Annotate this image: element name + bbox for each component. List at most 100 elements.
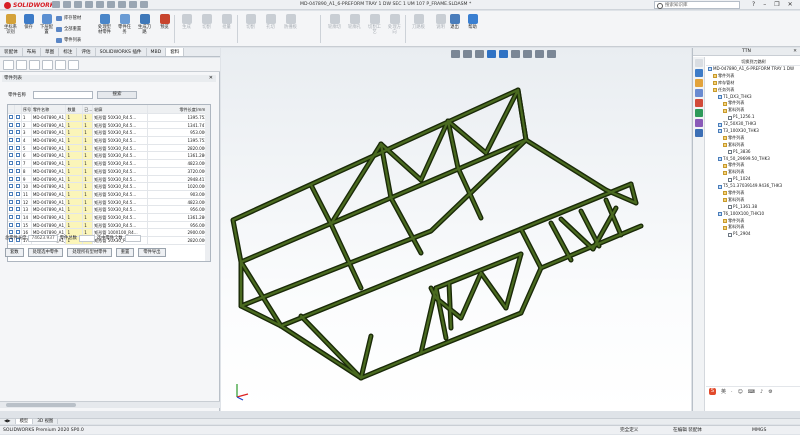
- search-button[interactable]: 搜索: [97, 91, 137, 99]
- part-name-input[interactable]: [33, 91, 93, 99]
- ribbon-button-task[interactable]: 零件任务: [116, 13, 133, 45]
- options-icon[interactable]: [140, 1, 148, 8]
- print-icon[interactable]: [96, 1, 104, 8]
- table-row[interactable]: 12MD-047890_A1_6-...11矩形管 50X30_R4.5...4…: [8, 198, 210, 207]
- row-checkbox[interactable]: [15, 137, 22, 144]
- ribbon-stock-tube[interactable]: 库存管材: [56, 15, 81, 21]
- sets-button[interactable]: 套数: [5, 248, 24, 257]
- checkbox-icon[interactable]: [9, 138, 13, 143]
- tree-item[interactable]: 零件列表: [706, 100, 800, 107]
- checkbox-icon[interactable]: [9, 184, 13, 189]
- tree-item[interactable]: P1_3836: [706, 149, 800, 156]
- table-row[interactable]: 2MD-047890_A1_6-...11矩形管 50X30_R4.5...13…: [8, 121, 210, 130]
- ribbon-button-preview[interactable]: 预览: [156, 13, 173, 45]
- checkbox-icon[interactable]: [9, 214, 13, 219]
- tree-item[interactable]: 零件列表: [706, 190, 800, 197]
- ribbon-button-toolboard[interactable]: 刀路板: [410, 13, 427, 45]
- ribbon-button-contour[interactable]: 轮廓切: [326, 13, 343, 45]
- checkbox-icon[interactable]: [9, 130, 13, 135]
- checkbox-icon[interactable]: [9, 222, 13, 227]
- tree-item[interactable]: T5_51.37039149.9436_THK3: [706, 183, 800, 190]
- resources-icon[interactable]: [694, 69, 703, 77]
- table-row[interactable]: 15MD-047890_A1_6-...11矩形管 50X30_R4.5...9…: [8, 221, 210, 230]
- ime-settings-icon[interactable]: ⚙: [768, 389, 772, 395]
- checkbox-icon[interactable]: [15, 191, 20, 196]
- scroll-thumb[interactable]: [6, 403, 76, 407]
- row-checkbox[interactable]: [15, 206, 22, 213]
- checkbox-icon[interactable]: [9, 191, 13, 196]
- tree-item[interactable]: P1_1361.38: [706, 204, 800, 211]
- switch-tree-link[interactable]: 切换到刀路树: [706, 57, 800, 66]
- checkbox-icon[interactable]: [15, 122, 20, 127]
- ime-keyboard-icon[interactable]: ⌨: [748, 389, 755, 395]
- config-manager-icon[interactable]: [29, 60, 40, 70]
- checkbox-icon[interactable]: [9, 161, 13, 166]
- checkbox-icon[interactable]: [9, 199, 13, 204]
- home-icon[interactable]: [694, 59, 703, 67]
- ribbon-button-hole[interactable]: 孔切: [262, 13, 279, 45]
- tree-item[interactable]: 零件列表: [706, 73, 800, 80]
- tab-markup[interactable]: 标注: [59, 48, 78, 56]
- ribbon-button-process[interactable]: 处理型材零件: [96, 13, 113, 45]
- table-row[interactable]: 1MD-047890_A1_6-...11矩形管 50X30_R4.5...13…: [8, 114, 210, 122]
- graphics-area[interactable]: [221, 48, 691, 411]
- process-selected-button[interactable]: 处理选中零件: [27, 248, 64, 257]
- tab-addins[interactable]: SOLIDWORKS 插件: [96, 48, 147, 56]
- design-library-icon[interactable]: [694, 79, 703, 87]
- table-row[interactable]: 11MD-047890_A1_6-...11矩形管 50X30_R4.5...9…: [8, 190, 210, 199]
- feature-manager-icon[interactable]: [3, 60, 14, 70]
- table-row[interactable]: 9MD-047890_A1_6-...11矩形管 50X30_R4.5...29…: [8, 175, 210, 184]
- checkbox-icon[interactable]: [9, 176, 13, 181]
- row-checkbox[interactable]: [8, 183, 15, 190]
- checkbox-icon[interactable]: [9, 153, 13, 158]
- ribbon-button-batch[interactable]: 批量: [218, 13, 235, 45]
- ribbon-button-cut2[interactable]: 切割: [242, 13, 259, 45]
- checkbox-icon[interactable]: [15, 115, 20, 119]
- tab-layout[interactable]: 布局: [23, 48, 41, 56]
- row-checkbox[interactable]: [8, 221, 15, 229]
- tab-mbd[interactable]: MBD: [147, 48, 167, 56]
- row-checkbox[interactable]: [15, 175, 22, 183]
- checkbox-icon[interactable]: [15, 199, 20, 204]
- rebuild-icon[interactable]: [129, 1, 137, 8]
- ime-emoji-icon[interactable]: ☺: [738, 389, 743, 395]
- row-checkbox[interactable]: [8, 152, 15, 160]
- app-logo[interactable]: SOLIDWORKS: [4, 1, 59, 9]
- tree-item[interactable]: T4_50_29699.50_THK3: [706, 156, 800, 163]
- tab-model[interactable]: 模型: [15, 419, 34, 424]
- row-checkbox[interactable]: [15, 221, 22, 229]
- row-checkbox[interactable]: [8, 175, 15, 183]
- column-header[interactable]: 已...: [83, 105, 94, 113]
- checkbox-icon[interactable]: [9, 145, 13, 150]
- tree-item[interactable]: 零件列表: [706, 218, 800, 225]
- ime-punct-icon[interactable]: ·: [731, 389, 733, 395]
- checkbox-icon[interactable]: [9, 115, 13, 119]
- row-checkbox[interactable]: [15, 129, 22, 137]
- table-row[interactable]: 4MD-047890_A1_6-...11矩形管 50X30_R4.5...13…: [8, 137, 210, 145]
- tree-item[interactable]: 套料列表: [706, 142, 800, 149]
- row-checkbox[interactable]: [15, 167, 22, 175]
- checkbox-icon[interactable]: [15, 222, 20, 227]
- column-header[interactable]: 零件长度(mm): [148, 105, 210, 113]
- checkbox-icon[interactable]: [9, 168, 13, 173]
- column-header[interactable]: 零件名称: [32, 105, 67, 113]
- tree-item[interactable]: 套料列表: [706, 107, 800, 114]
- ime-lang-icon[interactable]: 英: [721, 388, 726, 395]
- ribbon-button-contour-hole[interactable]: 轮廓孔: [346, 13, 363, 45]
- home-icon[interactable]: [52, 1, 60, 8]
- minimize-icon[interactable]: –: [763, 1, 766, 8]
- checkbox-icon[interactable]: [9, 207, 13, 212]
- checkbox-icon[interactable]: [15, 161, 20, 166]
- tree-item[interactable]: 套料列表: [706, 224, 800, 231]
- row-checkbox[interactable]: [15, 160, 22, 167]
- help-icon[interactable]: ?: [752, 1, 755, 8]
- ribbon-button-help[interactable]: 帮助: [464, 13, 481, 45]
- tree-item[interactable]: 零件列表: [706, 162, 800, 169]
- tree-item[interactable]: P1_2904: [706, 231, 800, 238]
- sogou-icon[interactable]: S: [709, 388, 716, 395]
- row-checkbox[interactable]: [15, 121, 22, 129]
- checkbox-icon[interactable]: [15, 207, 20, 212]
- close-icon[interactable]: ✕: [209, 75, 213, 82]
- tree-item[interactable]: 套料列表: [706, 197, 800, 204]
- ribbon-button-config[interactable]: 下层配置: [38, 13, 55, 45]
